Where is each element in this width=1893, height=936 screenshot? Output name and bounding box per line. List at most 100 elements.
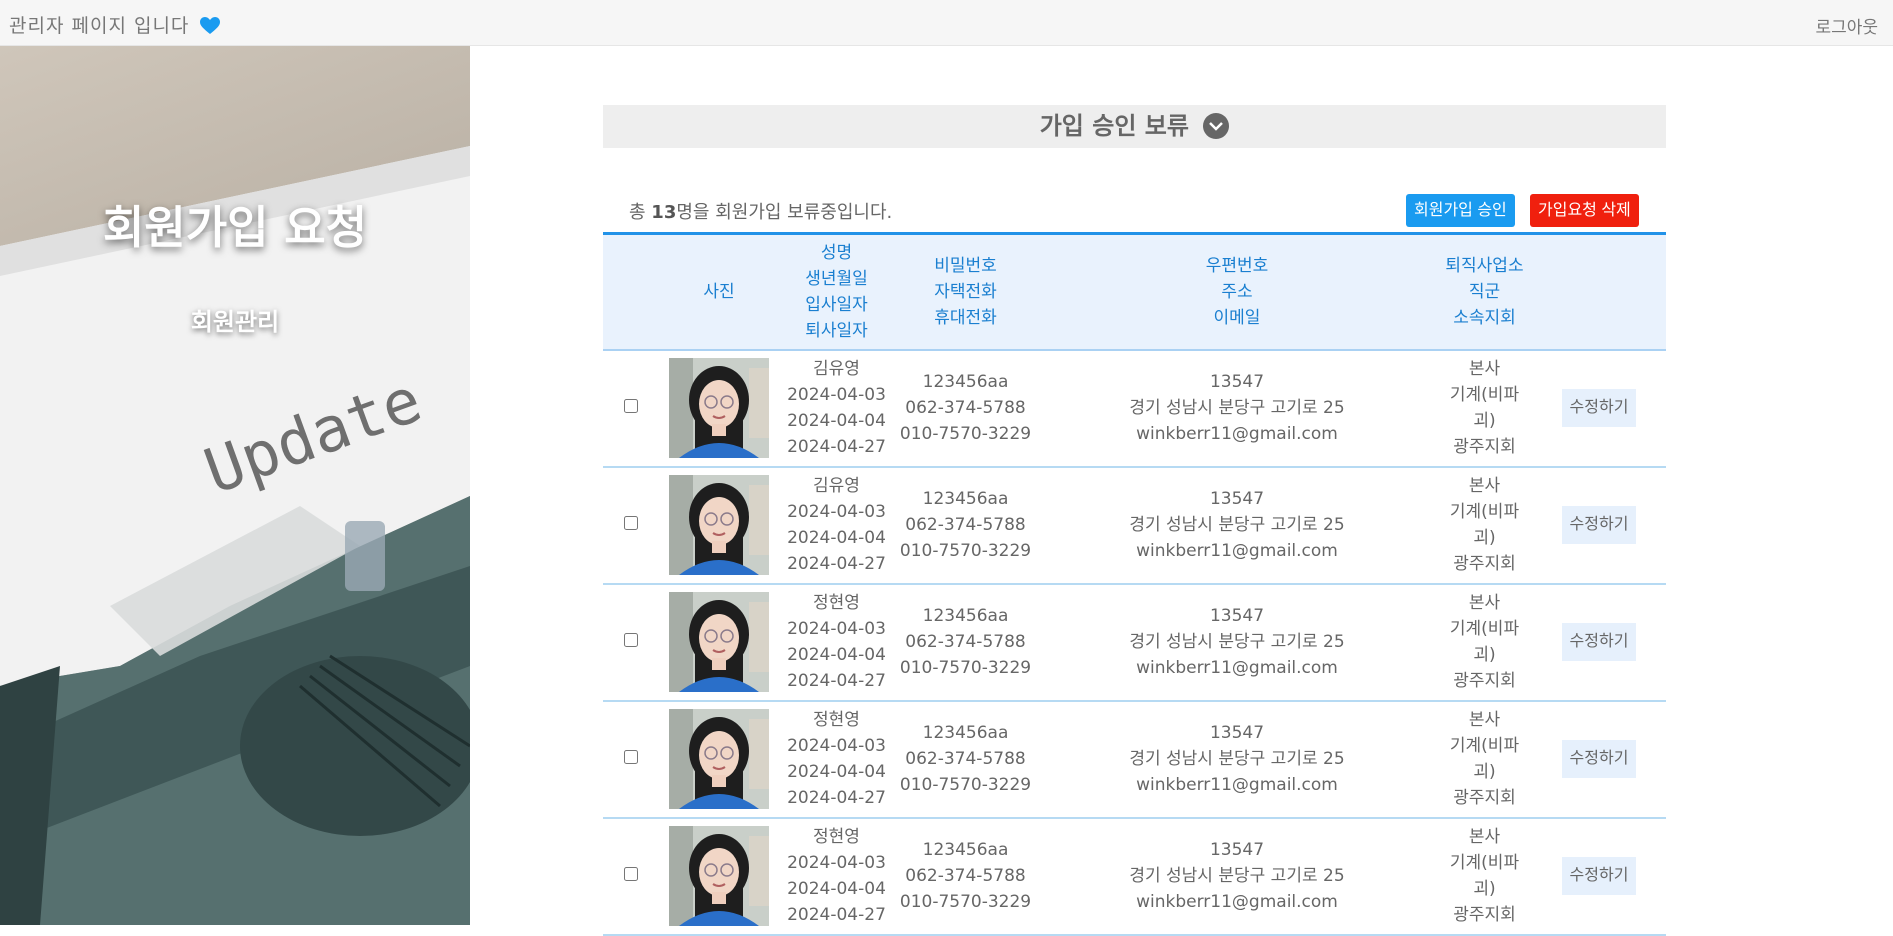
edit-member-button[interactable]: 수정하기 xyxy=(1561,623,1637,661)
delete-request-button[interactable]: 가입요청 삭제 xyxy=(1530,194,1639,227)
row-work-cell: 본사 기계(비파괴) 광주지회 xyxy=(1437,818,1532,935)
header-checkbox xyxy=(603,234,659,350)
member-photo xyxy=(669,709,769,809)
member-join-date: 2024-04-04 xyxy=(787,879,886,899)
member-home-phone: 062-374-5788 xyxy=(905,632,1026,652)
header-contact: 비밀번호 자택전화 휴대전화 xyxy=(894,234,1037,350)
pending-count-summary: 총 13명을 회원가입 보류중입니다. xyxy=(629,198,892,224)
row-address-cell: 13547 경기 성남시 분당구 고기로 25 winkberr11@gmail… xyxy=(1037,701,1437,818)
member-email: winkberr11@gmail.com xyxy=(1136,775,1338,795)
chevron-down-icon[interactable] xyxy=(1203,113,1230,139)
member-office: 본사 xyxy=(1468,710,1501,730)
member-mobile: 010-7570-3229 xyxy=(899,775,1032,795)
row-select-cell xyxy=(603,818,659,935)
member-photo xyxy=(669,826,769,926)
member-birth-date: 2024-04-03 xyxy=(787,736,886,756)
member-password: 123456aa xyxy=(922,489,1009,509)
member-home-phone: 062-374-5788 xyxy=(905,515,1026,535)
header-email: 이메일 xyxy=(1213,307,1261,328)
member-branch: 광주지회 xyxy=(1453,905,1516,925)
row-actions-cell: 수정하기 xyxy=(1532,818,1666,935)
row-contact-cell: 123456aa 062-374-5788 010-7570-3229 xyxy=(894,701,1037,818)
row-select-checkbox[interactable] xyxy=(624,399,638,413)
member-home-phone: 062-374-5788 xyxy=(905,866,1026,886)
member-leave-date: 2024-04-27 xyxy=(787,905,886,925)
header-office: 퇴직사업소 xyxy=(1445,255,1524,276)
member-birth-date: 2024-04-03 xyxy=(787,385,886,405)
member-name: 정현영 xyxy=(813,710,860,730)
hero-panel: Update 회원가입 요청 회원관리 xyxy=(0,46,470,925)
table-header-row: 사진 성명 생년월일 입사일자 퇴사일자 비밀번호 자택전화 휴대전화 우편번호… xyxy=(603,233,1666,350)
table-row: 정현영 2024-04-03 2024-04-04 2024-04-27 123… xyxy=(603,701,1666,818)
member-job-group: 기계(비파괴) xyxy=(1449,619,1520,665)
edit-member-button[interactable]: 수정하기 xyxy=(1561,506,1637,544)
typewriter-background-image: Update xyxy=(0,146,470,925)
member-job-group: 기계(비파괴) xyxy=(1449,502,1520,548)
pending-members-table: 사진 성명 생년월일 입사일자 퇴사일자 비밀번호 자택전화 휴대전화 우편번호… xyxy=(603,232,1666,936)
member-birth-date: 2024-04-03 xyxy=(787,502,886,522)
member-address: 경기 성남시 분당구 고기로 25 xyxy=(1129,866,1345,886)
member-office: 본사 xyxy=(1468,827,1501,847)
admin-page-title: 관리자 페이지 입니다 xyxy=(9,11,221,40)
member-name: 정현영 xyxy=(813,827,860,847)
row-address-cell: 13547 경기 성남시 분당구 고기로 25 winkberr11@gmail… xyxy=(1037,584,1437,701)
top-bar: 관리자 페이지 입니다 로그아웃 xyxy=(0,0,1893,46)
hero-subtitle: 회원관리 xyxy=(190,308,280,336)
row-contact-cell: 123456aa 062-374-5788 010-7570-3229 xyxy=(894,350,1037,467)
member-zip: 13547 xyxy=(1209,489,1265,509)
member-leave-date: 2024-04-27 xyxy=(787,554,886,574)
summary-prefix: 총 xyxy=(629,202,652,223)
member-job-group: 기계(비파괴) xyxy=(1449,853,1520,899)
member-zip: 13547 xyxy=(1209,723,1265,743)
logout-link[interactable]: 로그아웃 xyxy=(1815,13,1878,38)
member-mobile: 010-7570-3229 xyxy=(899,541,1032,561)
edit-member-button[interactable]: 수정하기 xyxy=(1561,740,1637,778)
row-personal-cell: 김유영 2024-04-03 2024-04-04 2024-04-27 xyxy=(779,467,894,584)
row-contact-cell: 123456aa 062-374-5788 010-7570-3229 xyxy=(894,818,1037,935)
row-actions-cell: 수정하기 xyxy=(1532,584,1666,701)
row-select-checkbox[interactable] xyxy=(624,867,638,881)
header-branch: 소속지회 xyxy=(1453,307,1516,328)
header-birth: 생년월일 xyxy=(805,268,868,289)
member-join-date: 2024-04-04 xyxy=(787,762,886,782)
member-address: 경기 성남시 분당구 고기로 25 xyxy=(1129,632,1345,652)
row-actions-cell: 수정하기 xyxy=(1532,701,1666,818)
member-email: winkberr11@gmail.com xyxy=(1136,658,1338,678)
row-select-checkbox[interactable] xyxy=(624,750,638,764)
approve-signup-button[interactable]: 회원가입 승인 xyxy=(1406,194,1515,227)
row-personal-cell: 정현영 2024-04-03 2024-04-04 2024-04-27 xyxy=(779,584,894,701)
table-row: 정현영 2024-04-03 2024-04-04 2024-04-27 123… xyxy=(603,818,1666,935)
row-select-cell xyxy=(603,584,659,701)
row-photo-cell xyxy=(659,818,779,935)
member-address: 경기 성남시 분당구 고기로 25 xyxy=(1129,749,1345,769)
member-branch: 광주지회 xyxy=(1453,788,1516,808)
row-work-cell: 본사 기계(비파괴) 광주지회 xyxy=(1437,584,1532,701)
member-leave-date: 2024-04-27 xyxy=(787,671,886,691)
member-photo xyxy=(669,592,769,692)
member-mobile: 010-7570-3229 xyxy=(899,892,1032,912)
member-office: 본사 xyxy=(1468,476,1501,496)
header-leave: 퇴사일자 xyxy=(805,320,868,341)
member-email: winkberr11@gmail.com xyxy=(1136,541,1338,561)
member-password: 123456aa xyxy=(922,840,1009,860)
edit-member-button[interactable]: 수정하기 xyxy=(1561,389,1637,427)
edit-member-button[interactable]: 수정하기 xyxy=(1561,857,1637,895)
member-job-group: 기계(비파괴) xyxy=(1449,385,1520,431)
row-address-cell: 13547 경기 성남시 분당구 고기로 25 winkberr11@gmail… xyxy=(1037,350,1437,467)
row-select-cell xyxy=(603,467,659,584)
row-work-cell: 본사 기계(비파괴) 광주지회 xyxy=(1437,350,1532,467)
member-home-phone: 062-374-5788 xyxy=(905,398,1026,418)
row-select-checkbox[interactable] xyxy=(624,633,638,647)
row-address-cell: 13547 경기 성남시 분당구 고기로 25 winkberr11@gmail… xyxy=(1037,818,1437,935)
hero-title: 회원가입 요청 xyxy=(102,201,368,254)
row-contact-cell: 123456aa 062-374-5788 010-7570-3229 xyxy=(894,467,1037,584)
member-zip: 13547 xyxy=(1209,606,1265,626)
row-select-checkbox[interactable] xyxy=(624,516,638,530)
member-branch: 광주지회 xyxy=(1453,437,1516,457)
summary-suffix: 명을 회원가입 보류중입니다. xyxy=(676,202,893,223)
header-job-group: 직군 xyxy=(1468,281,1501,302)
header-join: 입사일자 xyxy=(805,294,868,315)
header-home-phone: 자택전화 xyxy=(934,281,997,302)
section-header-pending-approval[interactable]: 가입 승인 보류 xyxy=(603,105,1666,148)
member-password: 123456aa xyxy=(922,372,1009,392)
